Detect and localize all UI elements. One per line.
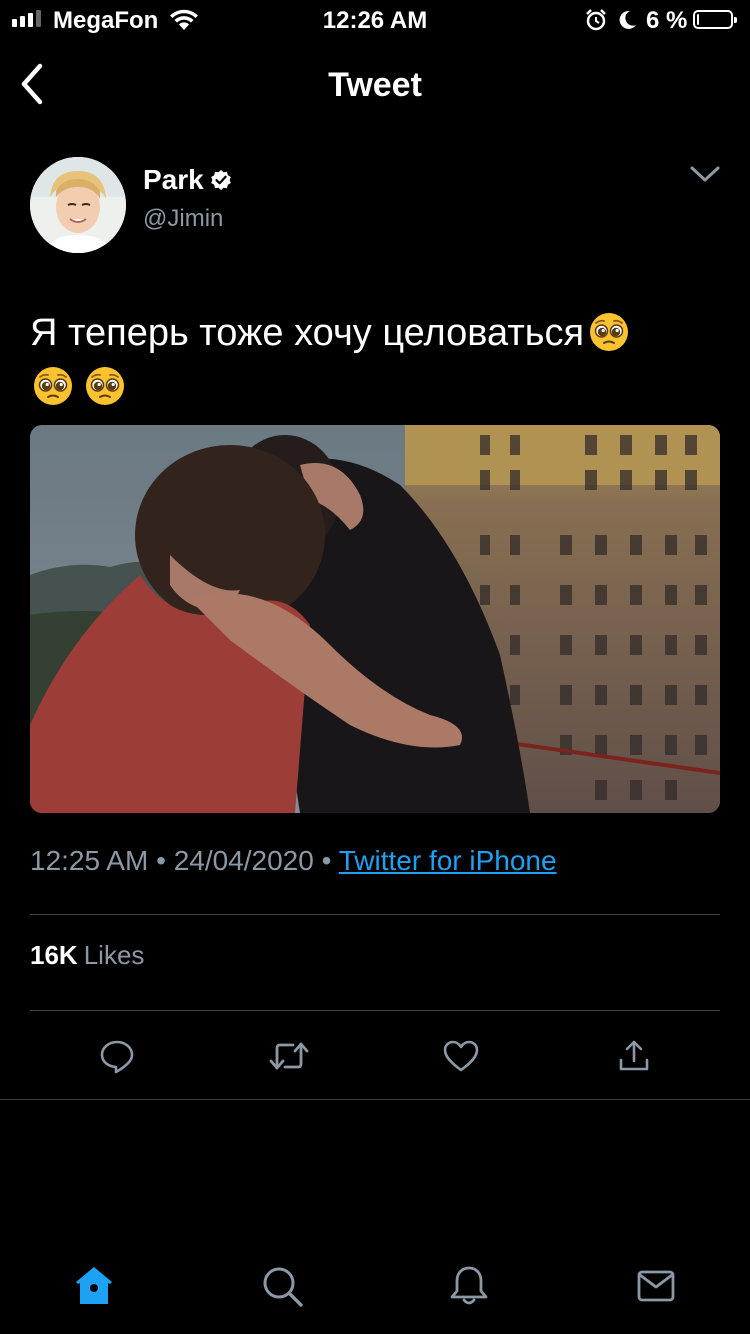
tab-messages[interactable] [632, 1262, 680, 1310]
navigation-header: Tweet [0, 44, 750, 124]
search-icon [263, 1267, 303, 1307]
page-title: Tweet [328, 66, 422, 104]
tweet-metadata: 12:25 AM • 24/04/2020 • Twitter for iPho… [30, 845, 557, 877]
divider [30, 1010, 720, 1011]
author-name-text: Park [143, 164, 204, 195]
tweet-source-link[interactable]: Twitter for iPhone [339, 845, 557, 876]
tab-search[interactable] [258, 1262, 306, 1310]
retweet-icon [269, 1042, 309, 1070]
tweet-options-button[interactable] [684, 158, 726, 190]
alarm-icon [584, 8, 608, 37]
chevron-down-icon [690, 166, 720, 182]
battery-percentage: 6 % [646, 7, 688, 34]
likes-count: 16K [30, 940, 78, 970]
tweet-text-body: Я теперь тоже хочу целоваться [30, 312, 585, 354]
tweet-time: 12:25 AM [30, 845, 149, 876]
share-icon [619, 1040, 649, 1071]
like-icon [443, 1040, 479, 1072]
pleading-face-emoji [34, 367, 72, 405]
battery-level [697, 14, 699, 25]
share-button[interactable] [612, 1034, 656, 1078]
pleading-face-emoji [86, 367, 124, 405]
retweet-button[interactable] [267, 1034, 311, 1078]
messages-icon [637, 1270, 675, 1302]
reply-icon [100, 1040, 134, 1074]
tweet-detail-screen: MegaFon 12:26 AM 6 % Tweet Park @Jimin Я… [0, 0, 750, 1334]
avatar[interactable] [30, 157, 126, 253]
divider [30, 914, 720, 915]
likes-stat[interactable]: 16K Likes [30, 940, 144, 971]
battery-icon [693, 10, 737, 29]
tab-home[interactable] [70, 1262, 118, 1310]
likes-label: Likes [83, 940, 145, 970]
meta-separator: • [321, 845, 332, 876]
like-button[interactable] [439, 1034, 483, 1078]
tweet-text: Я теперь тоже хочу целоваться [30, 306, 710, 414]
meta-separator: • [156, 845, 166, 876]
verified-badge-icon [210, 169, 232, 191]
do-not-disturb-icon [616, 9, 638, 36]
pleading-face-emoji [590, 313, 629, 351]
notifications-icon [450, 1266, 488, 1305]
status-bar: MegaFon 12:26 AM 6 % [0, 0, 750, 40]
author-handle[interactable]: @Jimin [143, 205, 223, 233]
reply-button[interactable] [95, 1034, 139, 1078]
tweet-date: 24/04/2020 [173, 845, 314, 876]
divider [0, 1099, 750, 1100]
home-icon [76, 1267, 112, 1304]
tweet-media-photo[interactable] [30, 425, 720, 813]
tab-notifications[interactable] [445, 1262, 493, 1310]
author-name[interactable]: Park [143, 164, 232, 196]
